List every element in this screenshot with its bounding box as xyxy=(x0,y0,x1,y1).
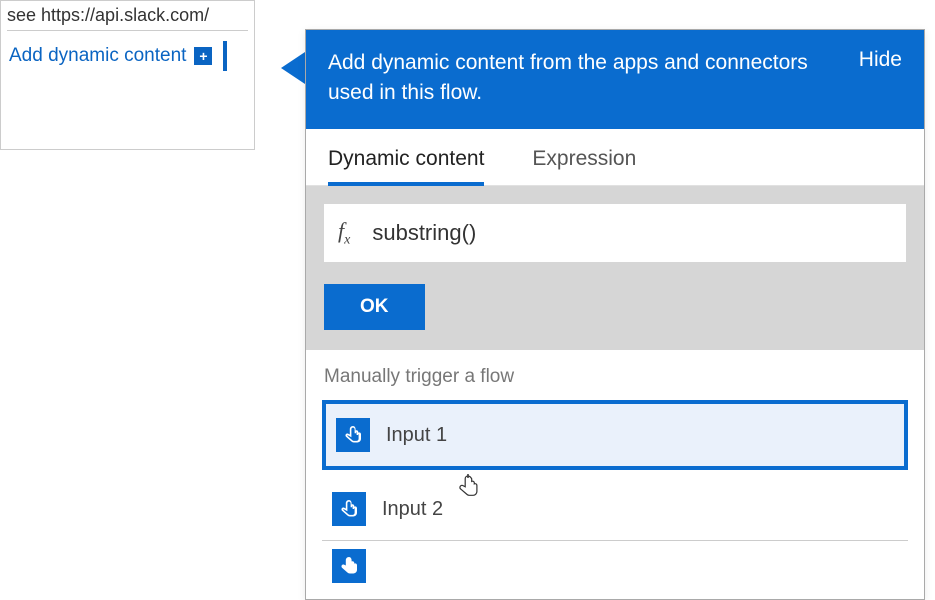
dynamic-content-popup: Add dynamic content from the apps and co… xyxy=(305,29,925,600)
ok-button[interactable]: OK xyxy=(324,284,425,330)
dynamic-item-partial[interactable] xyxy=(322,541,908,583)
popup-header-text: Add dynamic content from the apps and co… xyxy=(328,48,808,109)
dynamic-item-label: Input 2 xyxy=(382,498,443,521)
tab-dynamic-content[interactable]: Dynamic content xyxy=(328,141,484,185)
touch-icon xyxy=(332,549,366,583)
popup-header: Add dynamic content from the apps and co… xyxy=(306,30,924,129)
expression-area: fx substring() OK xyxy=(306,186,924,350)
dynamic-item-input-2[interactable]: Input 2 xyxy=(322,478,908,541)
dynamic-item-label: Input 1 xyxy=(386,424,447,447)
input-items-list: Input 1 Input 2 xyxy=(306,400,924,599)
fx-icon: fx xyxy=(338,218,350,248)
plus-icon[interactable]: + xyxy=(194,47,212,65)
url-hint-text: see https://api.slack.com/ xyxy=(7,1,248,31)
popup-arrow xyxy=(281,52,305,84)
touch-icon xyxy=(332,492,366,526)
add-dynamic-content-link[interactable]: Add dynamic content xyxy=(9,45,186,67)
input-card: see https://api.slack.com/ Add dynamic c… xyxy=(0,0,255,150)
hide-button[interactable]: Hide xyxy=(859,48,902,72)
popup-tabs: Dynamic content Expression xyxy=(306,129,924,186)
tab-expression[interactable]: Expression xyxy=(532,141,636,185)
divider-bar xyxy=(223,41,227,71)
expression-input[interactable]: fx substring() xyxy=(324,204,906,262)
expression-value: substring() xyxy=(372,220,476,246)
touch-icon xyxy=(336,418,370,452)
dynamic-item-input-1[interactable]: Input 1 xyxy=(322,400,908,470)
section-label: Manually trigger a flow xyxy=(306,350,924,400)
add-dynamic-content-row[interactable]: Add dynamic content + xyxy=(1,31,254,81)
